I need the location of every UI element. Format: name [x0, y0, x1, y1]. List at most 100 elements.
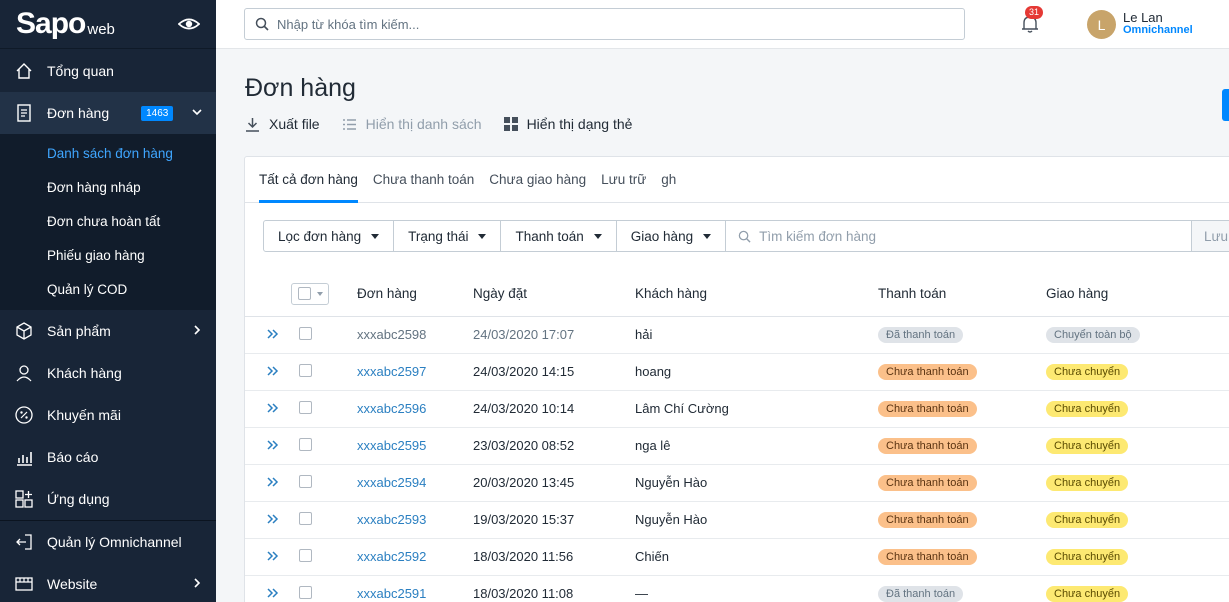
expand-icon[interactable] — [245, 575, 291, 602]
submenu-incomplete-orders[interactable]: Đơn chưa hoàn tất — [0, 204, 216, 238]
customer-name: Chiến — [635, 549, 669, 564]
login-icon — [14, 532, 34, 552]
payment-status-badge: Chưa thanh toán — [878, 549, 977, 565]
order-date: 24/03/2020 14:15 — [473, 364, 575, 379]
home-icon — [14, 61, 34, 81]
table-row[interactable]: xxxabc2592 18/03/2020 11:56 Chiến Chưa t… — [245, 538, 1229, 576]
tab-unpaid[interactable]: Chưa thanh toán — [373, 157, 474, 202]
sidebar-item-label: Khuyến mãi — [47, 407, 121, 423]
caret-down-icon — [478, 233, 487, 239]
filter-orders-dropdown[interactable]: Lọc đơn hàng — [264, 221, 395, 251]
expand-icon[interactable] — [245, 501, 291, 539]
box-icon — [14, 321, 34, 341]
tab-archived[interactable]: Lưu trữ — [601, 157, 646, 202]
sidebar-item-reports[interactable]: Báo cáo — [0, 436, 216, 478]
payment-column-header[interactable]: Thanh toán — [878, 272, 1046, 317]
row-checkbox[interactable] — [299, 511, 312, 525]
order-id[interactable]: xxxabc2594 — [357, 475, 426, 490]
date-column-header[interactable]: Ngày đặt — [473, 272, 635, 317]
row-checkbox[interactable] — [299, 400, 312, 414]
table-row[interactable]: xxxabc2598 24/03/2020 17:07 hải Đã thanh… — [245, 316, 1229, 354]
sidebar-item-promotions[interactable]: Khuyến mãi — [0, 394, 216, 436]
expand-icon[interactable] — [245, 353, 291, 391]
expand-icon[interactable] — [245, 538, 291, 576]
tab-all-orders[interactable]: Tất cả đơn hàng — [259, 157, 358, 203]
user-name[interactable]: Le Lan — [1123, 10, 1163, 25]
sidebar-item-omnichannel[interactable]: Quản lý Omnichannel — [0, 521, 216, 563]
sidebar-item-apps[interactable]: Ứng dụng — [0, 478, 216, 520]
caret-down-icon — [593, 233, 602, 239]
payment-status-badge: Chưa thanh toán — [878, 438, 977, 454]
expand-icon[interactable] — [245, 427, 291, 465]
row-checkbox[interactable] — [299, 363, 312, 377]
tab-gh[interactable]: gh — [661, 157, 676, 202]
expand-icon[interactable] — [245, 464, 291, 502]
customer-name: hải — [635, 327, 653, 342]
customer-name: Nguyễn Hào — [635, 475, 708, 490]
expand-header — [245, 272, 291, 317]
order-id[interactable]: xxxabc2598 — [357, 327, 426, 342]
shipping-status-badge: Chưa chuyển — [1046, 512, 1129, 528]
shipping-column-header[interactable]: Giao hàng — [1046, 272, 1229, 317]
select-all-checkbox[interactable] — [291, 282, 329, 305]
status-dropdown[interactable]: Trạng thái — [394, 221, 502, 251]
payment-status-badge: Chưa thanh toán — [878, 364, 977, 380]
sidebar-item-label: Website — [47, 576, 98, 592]
payment-status-badge: Chưa thanh toán — [878, 401, 977, 417]
card-view-button[interactable]: Hiển thị dạng thẻ — [503, 116, 632, 132]
shipping-status-badge: Chưa chuyển — [1046, 401, 1129, 417]
shipping-dropdown[interactable]: Giao hàng — [617, 221, 727, 251]
order-column-header[interactable]: Đơn hàng — [357, 272, 473, 317]
list-view-button[interactable]: Hiển thị danh sách — [342, 116, 482, 132]
sidebar-item-products[interactable]: Sản phẩm — [0, 310, 216, 352]
save-filter-button[interactable]: Lưu bộ — [1192, 221, 1229, 251]
sidebar-item-label: Ứng dụng — [47, 491, 110, 507]
select-all-header — [291, 272, 357, 317]
create-order-button[interactable] — [1222, 89, 1229, 121]
sidebar-item-overview[interactable]: Tổng quan — [0, 50, 216, 92]
table-row[interactable]: xxxabc2597 24/03/2020 14:15 hoang Chưa t… — [245, 353, 1229, 391]
order-id[interactable]: xxxabc2591 — [357, 586, 426, 601]
row-checkbox[interactable] — [299, 326, 312, 340]
checkbox — [298, 287, 311, 301]
submenu-draft-orders[interactable]: Đơn hàng nháp — [0, 170, 216, 204]
sidebar-item-website[interactable]: Website — [0, 563, 216, 602]
customer-column-header[interactable]: Khách hàng — [635, 272, 878, 317]
sidebar-item-label: Tổng quan — [47, 63, 114, 79]
table-row[interactable]: xxxabc2591 18/03/2020 11:08 — Đã thanh t… — [245, 575, 1229, 602]
sidebar-item-customers[interactable]: Khách hàng — [0, 352, 216, 394]
tab-unshipped[interactable]: Chưa giao hàng — [489, 157, 586, 202]
submenu-order-list[interactable]: Danh sách đơn hàng — [0, 136, 216, 170]
table-row[interactable]: xxxabc2593 19/03/2020 15:37 Nguyễn Hào C… — [245, 501, 1229, 539]
order-id[interactable]: xxxabc2592 — [357, 549, 426, 564]
page-actions: Xuất file Hiển thị danh sách Hiển thị dạ… — [245, 116, 654, 132]
order-id[interactable]: xxxabc2595 — [357, 438, 426, 453]
shipping-label: Giao hàng — [630, 228, 694, 244]
top-bar: Nhập từ khóa tìm kiếm... 31 L Le Lan Omn… — [216, 0, 1229, 49]
expand-icon[interactable] — [245, 390, 291, 428]
payment-dropdown[interactable]: Thanh toán — [501, 221, 617, 251]
row-checkbox[interactable] — [299, 585, 312, 599]
brand-logo[interactable]: Sapo — [16, 7, 86, 41]
order-id[interactable]: xxxabc2596 — [357, 401, 426, 416]
submenu-cod[interactable]: Quản lý COD — [0, 272, 216, 306]
global-search-input[interactable]: Nhập từ khóa tìm kiếm... — [244, 8, 965, 40]
order-id[interactable]: xxxabc2593 — [357, 512, 426, 527]
table-row[interactable]: xxxabc2596 24/03/2020 10:14 Lâm Chí Cườn… — [245, 390, 1229, 428]
row-checkbox[interactable] — [299, 474, 312, 488]
table-row[interactable]: xxxabc2595 23/03/2020 08:52 nga lê Chưa … — [245, 427, 1229, 465]
eye-icon[interactable] — [178, 14, 200, 34]
order-search-input[interactable]: Tìm kiếm đơn hàng — [726, 221, 1192, 251]
expand-icon[interactable] — [245, 316, 291, 354]
sidebar-item-orders[interactable]: Đơn hàng 1463 — [0, 92, 216, 134]
row-checkbox[interactable] — [299, 437, 312, 451]
submenu-delivery-notes[interactable]: Phiếu giao hàng — [0, 238, 216, 272]
row-checkbox[interactable] — [299, 548, 312, 562]
shipping-status-badge: Chưa chuyển — [1046, 586, 1129, 602]
order-id[interactable]: xxxabc2597 — [357, 364, 426, 379]
caret-down-icon — [371, 233, 380, 239]
export-file-button[interactable]: Xuất file — [245, 116, 320, 132]
shipping-status-badge: Chuyển toàn bộ — [1046, 327, 1140, 343]
avatar[interactable]: L — [1087, 10, 1116, 39]
table-row[interactable]: xxxabc2594 20/03/2020 13:45 Nguyễn Hào C… — [245, 464, 1229, 502]
